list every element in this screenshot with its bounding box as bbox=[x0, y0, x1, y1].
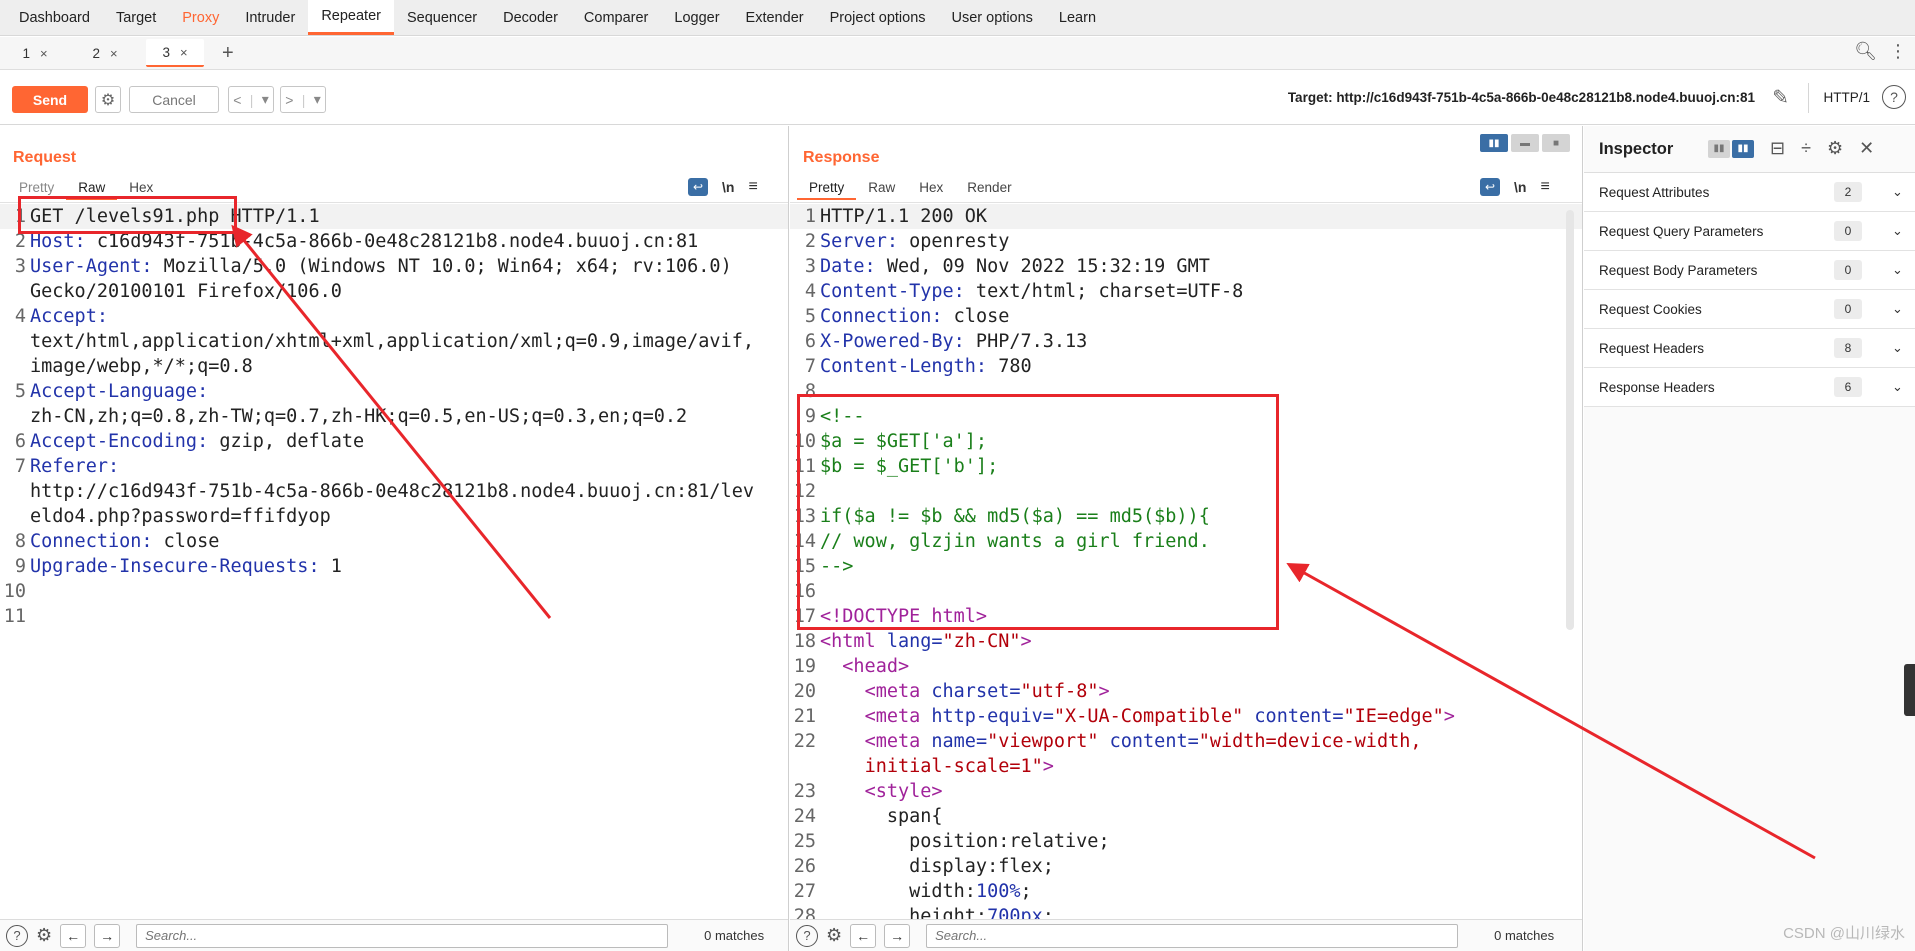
annotation-arrows bbox=[231, 224, 1816, 860]
annotation-arrow-to-request bbox=[231, 224, 552, 619]
annotation-arrow-to-response bbox=[1286, 562, 1816, 860]
